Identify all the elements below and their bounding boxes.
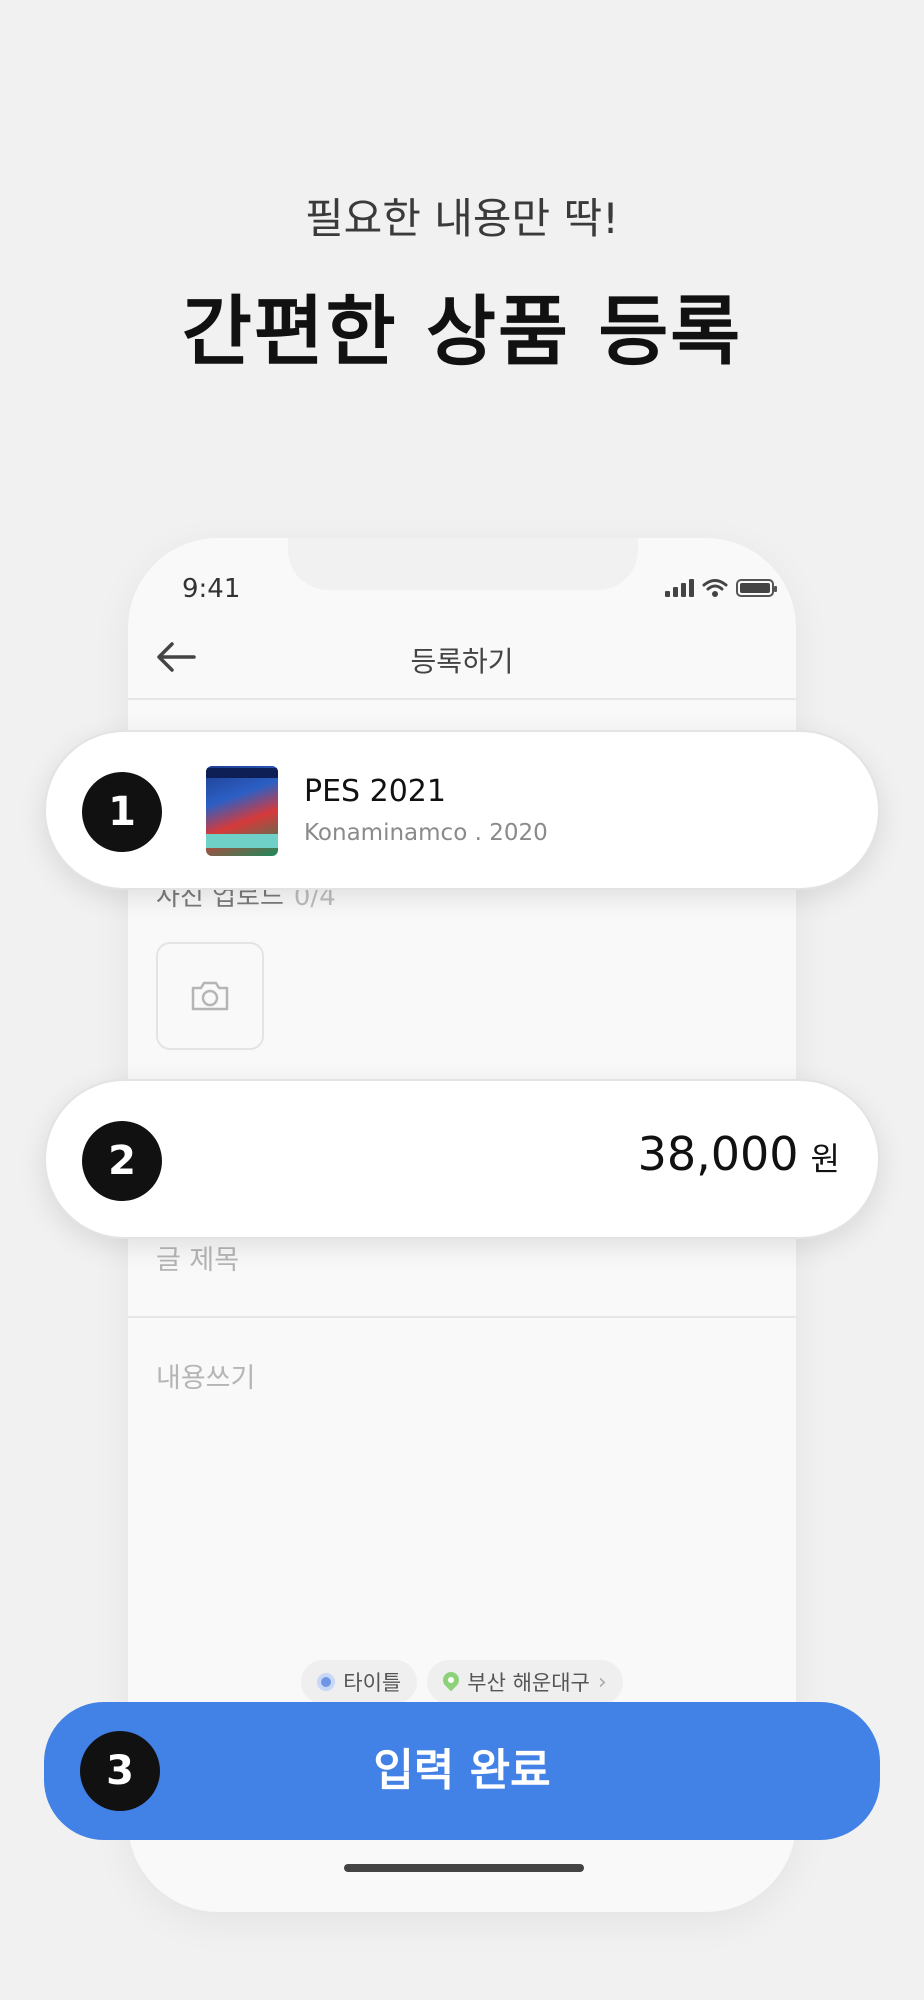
step2-price-card[interactable]: 2 38,000 원 xyxy=(44,1079,880,1239)
step1-product-card[interactable]: 1 PES 2021 Konaminamco . 2020 xyxy=(44,730,880,890)
nav-title: 등록하기 xyxy=(410,645,514,678)
chip-title-label: 타이틀 xyxy=(343,1671,402,1695)
battery-icon xyxy=(736,579,777,597)
submit-button[interactable]: 입력 완료 3 xyxy=(44,1702,880,1840)
field-divider xyxy=(128,1316,796,1318)
game-name: PES 2021 xyxy=(304,774,446,809)
step1-badge: 1 xyxy=(82,772,162,852)
price-currency: 원 xyxy=(810,1140,840,1178)
wifi-icon xyxy=(702,579,728,597)
status-icons xyxy=(665,578,777,598)
game-meta: Konaminamco . 2020 xyxy=(304,820,548,846)
signal-icon xyxy=(665,579,694,597)
title-input[interactable]: 글 제목 xyxy=(156,1238,239,1277)
location-pin-icon xyxy=(443,1672,459,1692)
target-dot-icon xyxy=(317,1673,336,1691)
step2-badge: 2 xyxy=(82,1121,162,1201)
phone-notch xyxy=(288,538,638,590)
price-display: 38,000 원 xyxy=(638,1127,840,1181)
chip-location[interactable]: 부산 해운대구 › xyxy=(427,1660,623,1704)
nav-divider xyxy=(128,698,796,700)
header-subtitle: 필요한 내용만 딱! xyxy=(304,194,620,243)
chip-location-label: 부산 해운대구 xyxy=(467,1671,590,1695)
header-title: 간편한 상품 등록 xyxy=(181,287,743,376)
camera-icon xyxy=(191,981,229,1011)
chevron-right-icon: › xyxy=(597,1669,607,1695)
status-time: 9:41 xyxy=(182,574,241,604)
price-value: 38,000 xyxy=(637,1127,799,1181)
game-cover-image xyxy=(206,766,278,856)
photo-upload-button[interactable] xyxy=(156,942,264,1050)
step3-badge: 3 xyxy=(80,1731,160,1811)
content-input[interactable]: 내용쓰기 xyxy=(156,1356,255,1395)
home-indicator xyxy=(344,1864,584,1872)
tag-chips: 타이틀 부산 해운대구 › xyxy=(128,1660,796,1704)
chip-title[interactable]: 타이틀 xyxy=(301,1660,418,1704)
submit-button-label: 입력 완료 xyxy=(373,1745,551,1796)
